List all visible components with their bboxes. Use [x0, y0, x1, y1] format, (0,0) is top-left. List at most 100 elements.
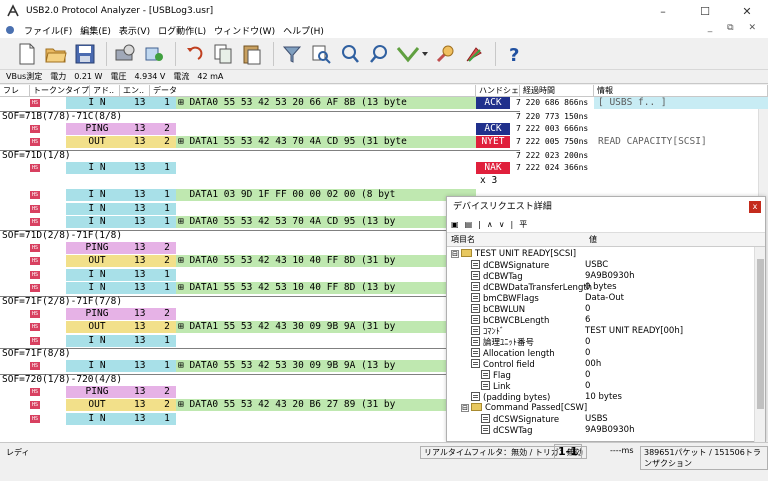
- search-button[interactable]: [432, 41, 458, 67]
- tree-item[interactable]: dCSWSignature USBS: [447, 414, 755, 425]
- panel-up-icon[interactable]: ∧: [487, 220, 493, 229]
- device-button[interactable]: [141, 41, 167, 67]
- tree-item[interactable]: (padding bytes) 10 bytes: [447, 392, 755, 403]
- find-prev-button[interactable]: [366, 41, 392, 67]
- packet-row[interactable]: HS PING 13 2 ACK 7 222 003 666ns: [0, 122, 768, 135]
- panel-tree[interactable]: ⊟ TEST UNIT READY[SCSI] dCBWSignature USBC d…: [447, 247, 755, 443]
- collapse-icon[interactable]: ⊟: [461, 404, 469, 412]
- toolbar-separator: [106, 41, 107, 66]
- expand-icon[interactable]: ⊞: [178, 321, 189, 332]
- panel-scrollbar[interactable]: [754, 247, 765, 443]
- help-button[interactable]: ?: [501, 41, 527, 67]
- col-frame[interactable]: フレー..: [0, 85, 30, 107]
- data-packet[interactable]: ⊞ DATA0 55 53 42 53 70 4A CD 95 (13 by: [176, 216, 476, 228]
- panel-pin-icon[interactable]: 平: [519, 219, 527, 230]
- tree-item[interactable]: 論理ﾕﾆｯﾄ番号 0: [447, 337, 755, 348]
- tree-item[interactable]: dCBWTag 9A9B0930h: [447, 271, 755, 282]
- data-packet[interactable]: ⊞ DATA1 55 53 42 43 70 4A CD 95 (31 byte: [176, 136, 476, 148]
- col-data[interactable]: データ: [150, 85, 476, 97]
- tree-item[interactable]: Allocation length 0: [447, 348, 755, 359]
- tree-item[interactable]: dCSWTag 9A9B0930h: [447, 425, 755, 436]
- collapse-icon[interactable]: ⊟: [451, 250, 459, 258]
- tree-item[interactable]: dCBWSignature USBC: [447, 260, 755, 271]
- close-button[interactable]: ✕: [726, 0, 768, 22]
- panel-col-value[interactable]: 値: [585, 233, 597, 247]
- sof-row[interactable]: SOF=71D(1/8) 7 222 023 200ns: [0, 149, 768, 162]
- endpoint: 1: [158, 268, 176, 281]
- col-info[interactable]: 情報: [594, 85, 768, 97]
- address: 13: [128, 385, 158, 398]
- panel-scroll-thumb[interactable]: [757, 259, 764, 409]
- data-packet[interactable]: ⊞ DATA0 55 53 42 53 30 09 9B 9A (13 by: [176, 360, 476, 372]
- find-button[interactable]: [308, 41, 334, 67]
- panel-close-button[interactable]: x: [749, 201, 761, 213]
- tree-item[interactable]: Control field 00h: [447, 359, 755, 370]
- expand-icon[interactable]: ⊞: [178, 97, 189, 108]
- settings-button[interactable]: [112, 41, 138, 67]
- mdi-window-buttons[interactable]: _ ⧉ ✕: [708, 23, 762, 33]
- panel-down-icon[interactable]: ∨: [499, 220, 505, 229]
- tree-folder[interactable]: ⊟ TEST UNIT READY[SCSI]: [447, 249, 755, 260]
- col-elapsed[interactable]: 経過時間: [520, 85, 594, 97]
- field-value: USBS: [585, 414, 608, 424]
- undo-button[interactable]: [181, 41, 207, 67]
- menu-edit[interactable]: 編集(E): [76, 24, 115, 37]
- col-addr[interactable]: アド..: [90, 85, 120, 97]
- paste-button[interactable]: [239, 41, 265, 67]
- data-packet[interactable]: ⊞ DATA1 55 53 42 53 10 40 FF 8D (13 by: [176, 282, 476, 294]
- tree-item[interactable]: ｺﾏﾝﾄﾞ TEST UNIT READY[00h]: [447, 326, 755, 337]
- data-packet[interactable]: ⊞ DATA1 55 53 42 43 30 09 9B 9A (31 by: [176, 321, 476, 333]
- save-button[interactable]: [72, 41, 98, 67]
- tree-item[interactable]: bCBWLUN 0: [447, 304, 755, 315]
- data-packet[interactable]: ⊞ DATA0 55 53 42 43 20 B6 27 89 (31 by: [176, 399, 476, 411]
- col-ep[interactable]: エン..: [120, 85, 150, 97]
- voltage-label: 電圧: [110, 72, 127, 81]
- sof-row[interactable]: SOF=71B(7/8)-71C(8/8) 7 220 773 150ns: [0, 110, 768, 123]
- data-packet[interactable]: ⊞ DATA0 55 53 42 43 10 40 FF 8D (31 by: [176, 255, 476, 267]
- menu-log[interactable]: ログ動作(L): [154, 24, 210, 37]
- field-name: Link: [493, 382, 511, 392]
- trigger-button[interactable]: [395, 41, 429, 67]
- col-token[interactable]: トークンタイプ: [30, 85, 90, 97]
- packet-row[interactable]: HS OUT 13 2 ⊞ DATA1 55 53 42 43 70 4A CD 95 …: [0, 136, 768, 148]
- panel-toolbar: ▣ ▤ | ∧ ∨ | 平: [447, 217, 765, 233]
- filter-button[interactable]: [279, 41, 305, 67]
- mark-button[interactable]: [461, 41, 487, 67]
- field-icon: [481, 425, 490, 434]
- col-handshake[interactable]: ハンドシェイ..: [476, 85, 520, 107]
- tree-folder[interactable]: ⊟ Command Passed[CSW]: [447, 403, 755, 414]
- packet-row[interactable]: HS I N 13 1 NAK 7 222 024 366ns: [0, 161, 768, 174]
- expand-icon[interactable]: ⊞: [178, 282, 189, 293]
- new-button[interactable]: [14, 41, 40, 67]
- wrench-icon[interactable]: [4, 24, 16, 36]
- menu-help[interactable]: ヘルプ(H): [279, 24, 328, 37]
- expand-icon[interactable]: ⊞: [178, 399, 189, 410]
- copy-button[interactable]: [210, 41, 236, 67]
- expand-icon[interactable]: ⊞: [178, 360, 189, 371]
- find-next-button[interactable]: [337, 41, 363, 67]
- panel-save-icon[interactable]: ▤: [465, 220, 473, 229]
- expand-icon[interactable]: ⊞: [178, 136, 189, 147]
- token-type: I N: [66, 268, 128, 281]
- maximize-button[interactable]: ☐: [684, 0, 726, 22]
- minimize-button[interactable]: –: [642, 0, 684, 22]
- menu-file[interactable]: ファイル(F): [20, 24, 76, 37]
- packet-row[interactable]: HS I N 13 1 ⊞ DATA0 55 53 42 53 20 66 AF 8B …: [0, 97, 768, 109]
- panel-col-name[interactable]: 項目名: [447, 233, 475, 247]
- repeat-count-row[interactable]: x 3: [0, 175, 768, 187]
- tree-item[interactable]: bCBWCBLength 6: [447, 315, 755, 326]
- expand-icon[interactable]: ⊞: [178, 216, 189, 227]
- panel-open-icon[interactable]: ▣: [451, 220, 459, 229]
- tree-item[interactable]: Link 0: [447, 381, 755, 392]
- tree-item[interactable]: Flag 0: [447, 370, 755, 381]
- menu-window[interactable]: ウィンドウ(W): [210, 24, 279, 37]
- data-packet[interactable]: ⊞ DATA0 55 53 42 53 20 66 AF 8B (13 byte: [176, 97, 476, 109]
- data-packet[interactable]: DATA1 03 9D 1F FF 00 00 02 00 (8 byt: [176, 189, 476, 201]
- tree-item[interactable]: dCBWDataTransferLength 0 bytes: [447, 282, 755, 293]
- menu-view[interactable]: 表示(V): [115, 24, 154, 37]
- tree-item[interactable]: bmCBWFlags Data-Out: [447, 293, 755, 304]
- address: 13: [128, 255, 158, 267]
- expand-icon[interactable]: ⊞: [178, 255, 189, 266]
- open-button[interactable]: [43, 41, 69, 67]
